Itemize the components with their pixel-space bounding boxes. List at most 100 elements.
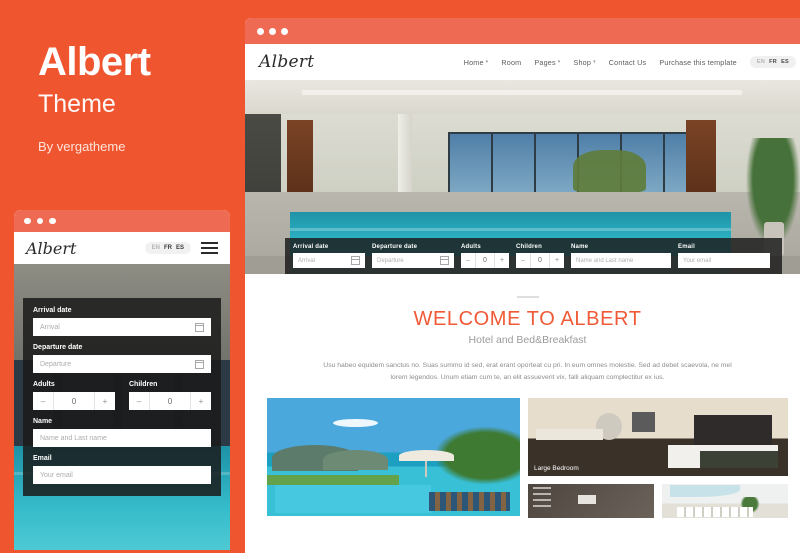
mobile-adults-increment-button[interactable]: + [95,397,115,406]
bed-throw [699,450,778,468]
mobile-email-label: Email [33,455,52,462]
chevron-down-icon: ▾ [485,59,489,65]
mobile-window-titlebar [14,210,230,232]
mobile-arrival-date-input[interactable]: Arrival [33,318,211,336]
adults-value: 0 [475,253,495,268]
gallery-image-large-bedroom[interactable]: Large Bedroom [528,397,788,476]
lang-es[interactable]: ES [781,59,789,65]
mobile-departure-placeholder: Departure [40,360,72,368]
room-windows [677,506,753,518]
adults-stepper[interactable]: – 0 + [461,253,509,268]
gallery-caption-large-bedroom: Large Bedroom [534,464,579,472]
gallery-image-bathroom[interactable] [528,483,654,518]
language-switcher[interactable]: EN FR ES [749,56,796,68]
mobile-email-placeholder: Your email [40,471,73,479]
wall-art [632,411,656,433]
mobile-hero-pool-image: Arrival date Arrival Departure date Depa… [14,264,230,550]
adults-decrement-button[interactable]: – [461,257,475,264]
mobile-children-stepper[interactable]: – 0 + [129,392,211,410]
welcome-subtitle: Hotel and Bed&Breakfast [468,334,587,346]
window-dot-maximize-icon[interactable] [281,27,288,35]
nav-item-room[interactable]: Room [501,58,521,67]
calendar-icon[interactable] [195,322,204,332]
children-increment-button[interactable]: + [550,257,564,264]
nav-label: Home [463,57,484,67]
calendar-icon[interactable] [351,256,360,265]
desktop-browser-mockup: Albert Home ▾ Room Pages ▾ Shop ▾ Contact U… [245,18,800,553]
promo-text-block: Albert Theme By vergatheme [38,42,238,154]
window-dot-maximize-icon[interactable] [49,217,56,225]
mobile-adults-stepper[interactable]: – 0 + [33,392,115,410]
nav-item-home[interactable]: Home ▾ [464,58,489,67]
field-email: Email Your email [678,244,770,268]
name-input[interactable]: Name and Last name [571,253,671,268]
hero-pool-image: Arrival date Arrival Departure date Depa… [245,80,800,274]
adults-label: Adults [461,244,481,250]
arrival-date-label: Arrival date [293,244,329,250]
ceiling-beam [301,90,743,95]
field-adults: Adults – 0 + [461,244,509,268]
gallery-image-outdoor-pool[interactable] [267,397,520,516]
welcome-section: WELCOME TO ALBERT Hotel and Bed&Breakfas… [245,274,800,384]
chevron-down-icon: ▾ [593,59,596,65]
hamburger-menu-icon[interactable] [201,242,218,254]
nav-item-shop[interactable]: Shop ▾ [573,58,595,67]
window-dot-close-icon[interactable] [24,217,31,225]
mobile-lang-fr[interactable]: FR [164,245,172,251]
mobile-name-input[interactable]: Name and Last name [33,429,211,447]
lawn [267,474,399,486]
booking-form: Arrival date Arrival Departure date Depa… [285,238,782,274]
welcome-body-text: Usu habeo equidem sanctus no. Suas summo… [323,362,732,381]
mountain-secondary [322,449,389,470]
promo-author: By vergatheme [38,139,126,154]
mobile-language-switcher[interactable]: EN FR ES [144,242,191,254]
mobile-lang-en[interactable]: EN [152,245,160,251]
name-label: Name [571,244,589,250]
mobile-departure-date-input[interactable]: Departure [33,355,211,373]
name-placeholder: Name and Last name [576,257,634,264]
email-label: Email [678,244,696,250]
nav-item-contact-us[interactable]: Contact Us [609,58,647,67]
arrival-date-input[interactable]: Arrival [293,253,365,268]
mobile-email-input[interactable]: Your email [33,466,211,484]
mobile-adults-decrement-button[interactable]: – [33,397,53,406]
window-dot-close-icon[interactable] [257,27,264,35]
pillar [397,114,412,198]
curved-ceiling [669,485,741,498]
nav-item-pages[interactable]: Pages ▾ [534,58,560,67]
mobile-children-label: Children [129,381,158,388]
site-logo[interactable]: Albert [259,52,314,72]
calendar-icon[interactable] [440,256,449,265]
lounge-chairs [428,492,510,512]
window-dot-minimize-icon[interactable] [36,217,43,225]
desk [535,428,604,440]
lang-fr[interactable]: FR [769,59,777,65]
towel-rail [533,487,551,511]
field-arrival-date: Arrival date Arrival [293,244,365,268]
children-decrement-button[interactable]: – [516,257,530,264]
children-stepper[interactable]: – 0 + [516,253,564,268]
mobile-site-logo[interactable]: Albert [26,239,76,258]
departure-date-input[interactable]: Departure [372,253,454,268]
mobile-field-children: Children – 0 + [129,381,211,410]
adults-increment-button[interactable]: + [495,257,509,264]
field-name: Name Name and Last name [571,244,671,268]
gallery-image-bright-room[interactable] [662,483,788,518]
nav-item-purchase-template[interactable]: Purchase this template [659,58,737,67]
mobile-children-increment-button[interactable]: + [191,397,211,406]
lang-en[interactable]: EN [757,59,765,65]
email-input[interactable]: Your email [678,253,770,268]
promo-subtitle: Theme [38,90,116,118]
mobile-lang-es[interactable]: ES [176,245,184,251]
departure-date-placeholder: Departure [377,257,404,264]
calendar-icon[interactable] [195,359,204,369]
mobile-arrival-placeholder: Arrival [40,323,60,331]
nav-label: Contact Us [608,57,647,67]
gallery-section: Large Bedroom [245,384,800,518]
nav-label: Room [501,57,522,67]
cloud [332,419,379,428]
gallery-right-column: Large Bedroom [528,397,788,518]
mobile-children-decrement-button[interactable]: – [129,397,149,406]
mobile-adults-label: Adults [33,381,55,388]
window-dot-minimize-icon[interactable] [269,27,276,35]
